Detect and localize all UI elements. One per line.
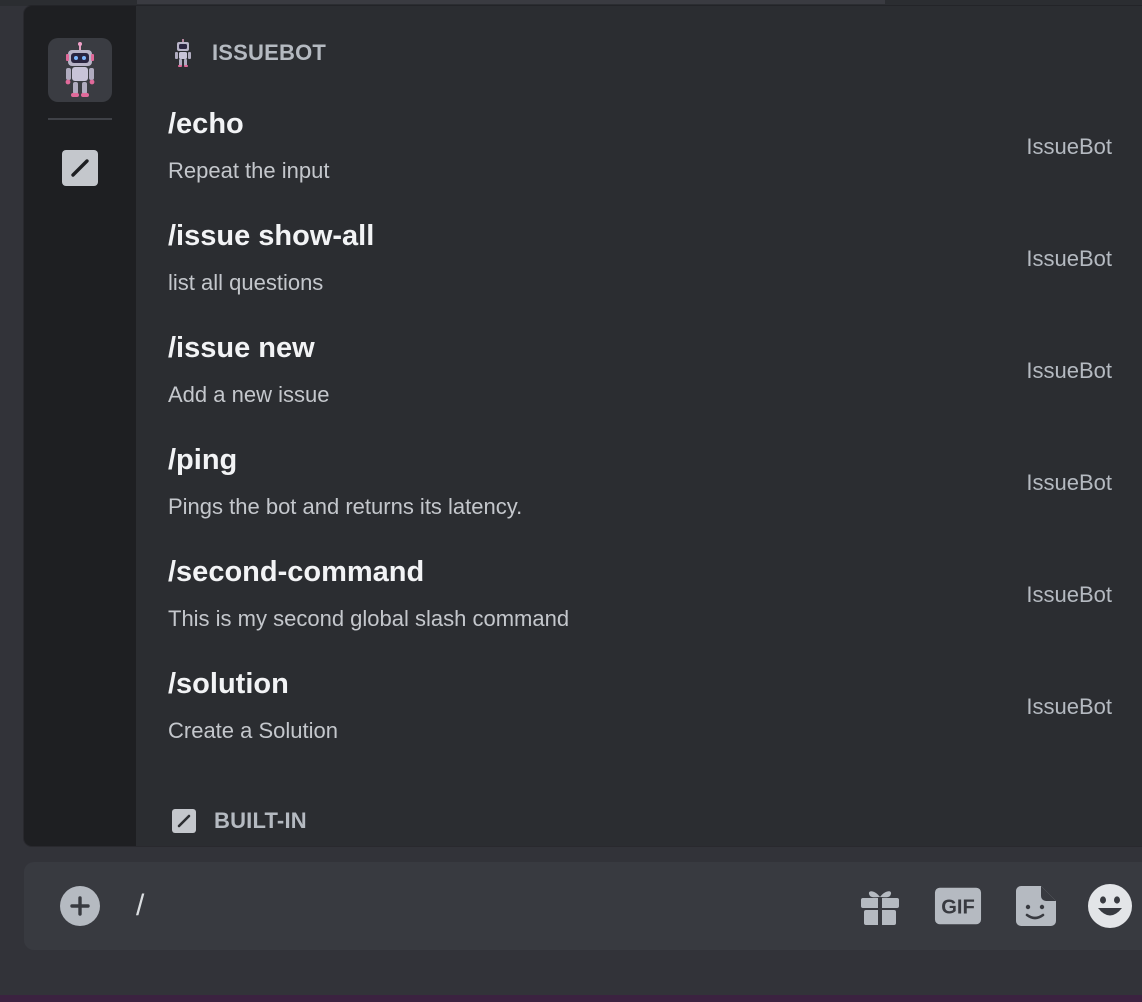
command-name: /issue show-all: [168, 220, 375, 252]
command-source: IssueBot: [1026, 358, 1112, 383]
section-title: BUILT-IN: [214, 808, 307, 833]
command-item-issue-new[interactable]: /issue new Add a new issue IssueBot: [136, 318, 1142, 430]
command-name: /solution: [168, 668, 289, 700]
slash-command-icon: [62, 150, 98, 186]
sticker-button[interactable]: [1012, 882, 1060, 930]
command-item-ping[interactable]: /ping Pings the bot and returns its late…: [136, 430, 1142, 542]
slash-command-autocomplete: ISSUEBOT /echo Repeat the input IssueBot…: [24, 6, 1142, 846]
command-description: Repeat the input: [168, 158, 330, 183]
svg-text:GIF: GIF: [941, 897, 975, 919]
command-description: This is my second global slash command: [168, 606, 570, 631]
command-description: list all questions: [168, 270, 324, 295]
rail-builtin-button[interactable]: [62, 150, 98, 186]
rail-separator: [48, 118, 112, 120]
command-name: /ping: [168, 444, 238, 476]
message-composer: / GIF: [24, 862, 1142, 950]
command-description: Add a new issue: [168, 382, 330, 407]
emoji-button[interactable]: [1086, 882, 1134, 930]
gift-icon: [861, 891, 899, 925]
gift-button[interactable]: [856, 882, 904, 930]
sticker-icon: [1016, 886, 1056, 926]
plus-icon: [70, 896, 90, 916]
section-title: ISSUEBOT: [212, 40, 327, 65]
message-input[interactable]: /: [136, 886, 816, 926]
command-item-echo[interactable]: /echo Repeat the input IssueBot: [136, 94, 1142, 206]
emoji-icon: [1088, 884, 1132, 928]
command-source-rail: [24, 6, 136, 846]
command-name: /echo: [168, 108, 244, 140]
command-source: IssueBot: [1026, 470, 1112, 495]
bottom-edge: [0, 995, 1142, 1002]
robot-avatar-icon: [175, 39, 191, 67]
divider: [137, 0, 885, 4]
command-description: Pings the bot and returns its latency.: [168, 494, 523, 519]
gif-icon: GIF: [934, 887, 982, 925]
command-list: ISSUEBOT /echo Repeat the input IssueBot…: [136, 6, 1142, 846]
command-source: IssueBot: [1026, 582, 1112, 607]
command-name: /second-command: [168, 556, 425, 588]
add-attachment-button[interactable]: [60, 886, 100, 926]
section-header-built-in: BUILT-IN: [172, 806, 307, 836]
command-name: /issue new: [168, 332, 315, 364]
robot-avatar-icon: [65, 42, 95, 97]
slash-command-icon: [172, 809, 196, 833]
gif-button[interactable]: GIF: [934, 882, 982, 930]
command-item-solution[interactable]: /solution Create a Solution IssueBot: [136, 654, 1142, 766]
command-item-second-command[interactable]: /second-command This is my second global…: [136, 542, 1142, 654]
rail-issuebot-button[interactable]: [48, 38, 112, 102]
command-item-issue-show-all[interactable]: /issue show-all list all questions Issue…: [136, 206, 1142, 318]
command-source: IssueBot: [1026, 134, 1112, 159]
command-description: Create a Solution: [168, 718, 338, 743]
command-source: IssueBot: [1026, 246, 1112, 271]
section-header-issuebot: ISSUEBOT: [172, 38, 326, 68]
command-source: IssueBot: [1026, 694, 1112, 719]
